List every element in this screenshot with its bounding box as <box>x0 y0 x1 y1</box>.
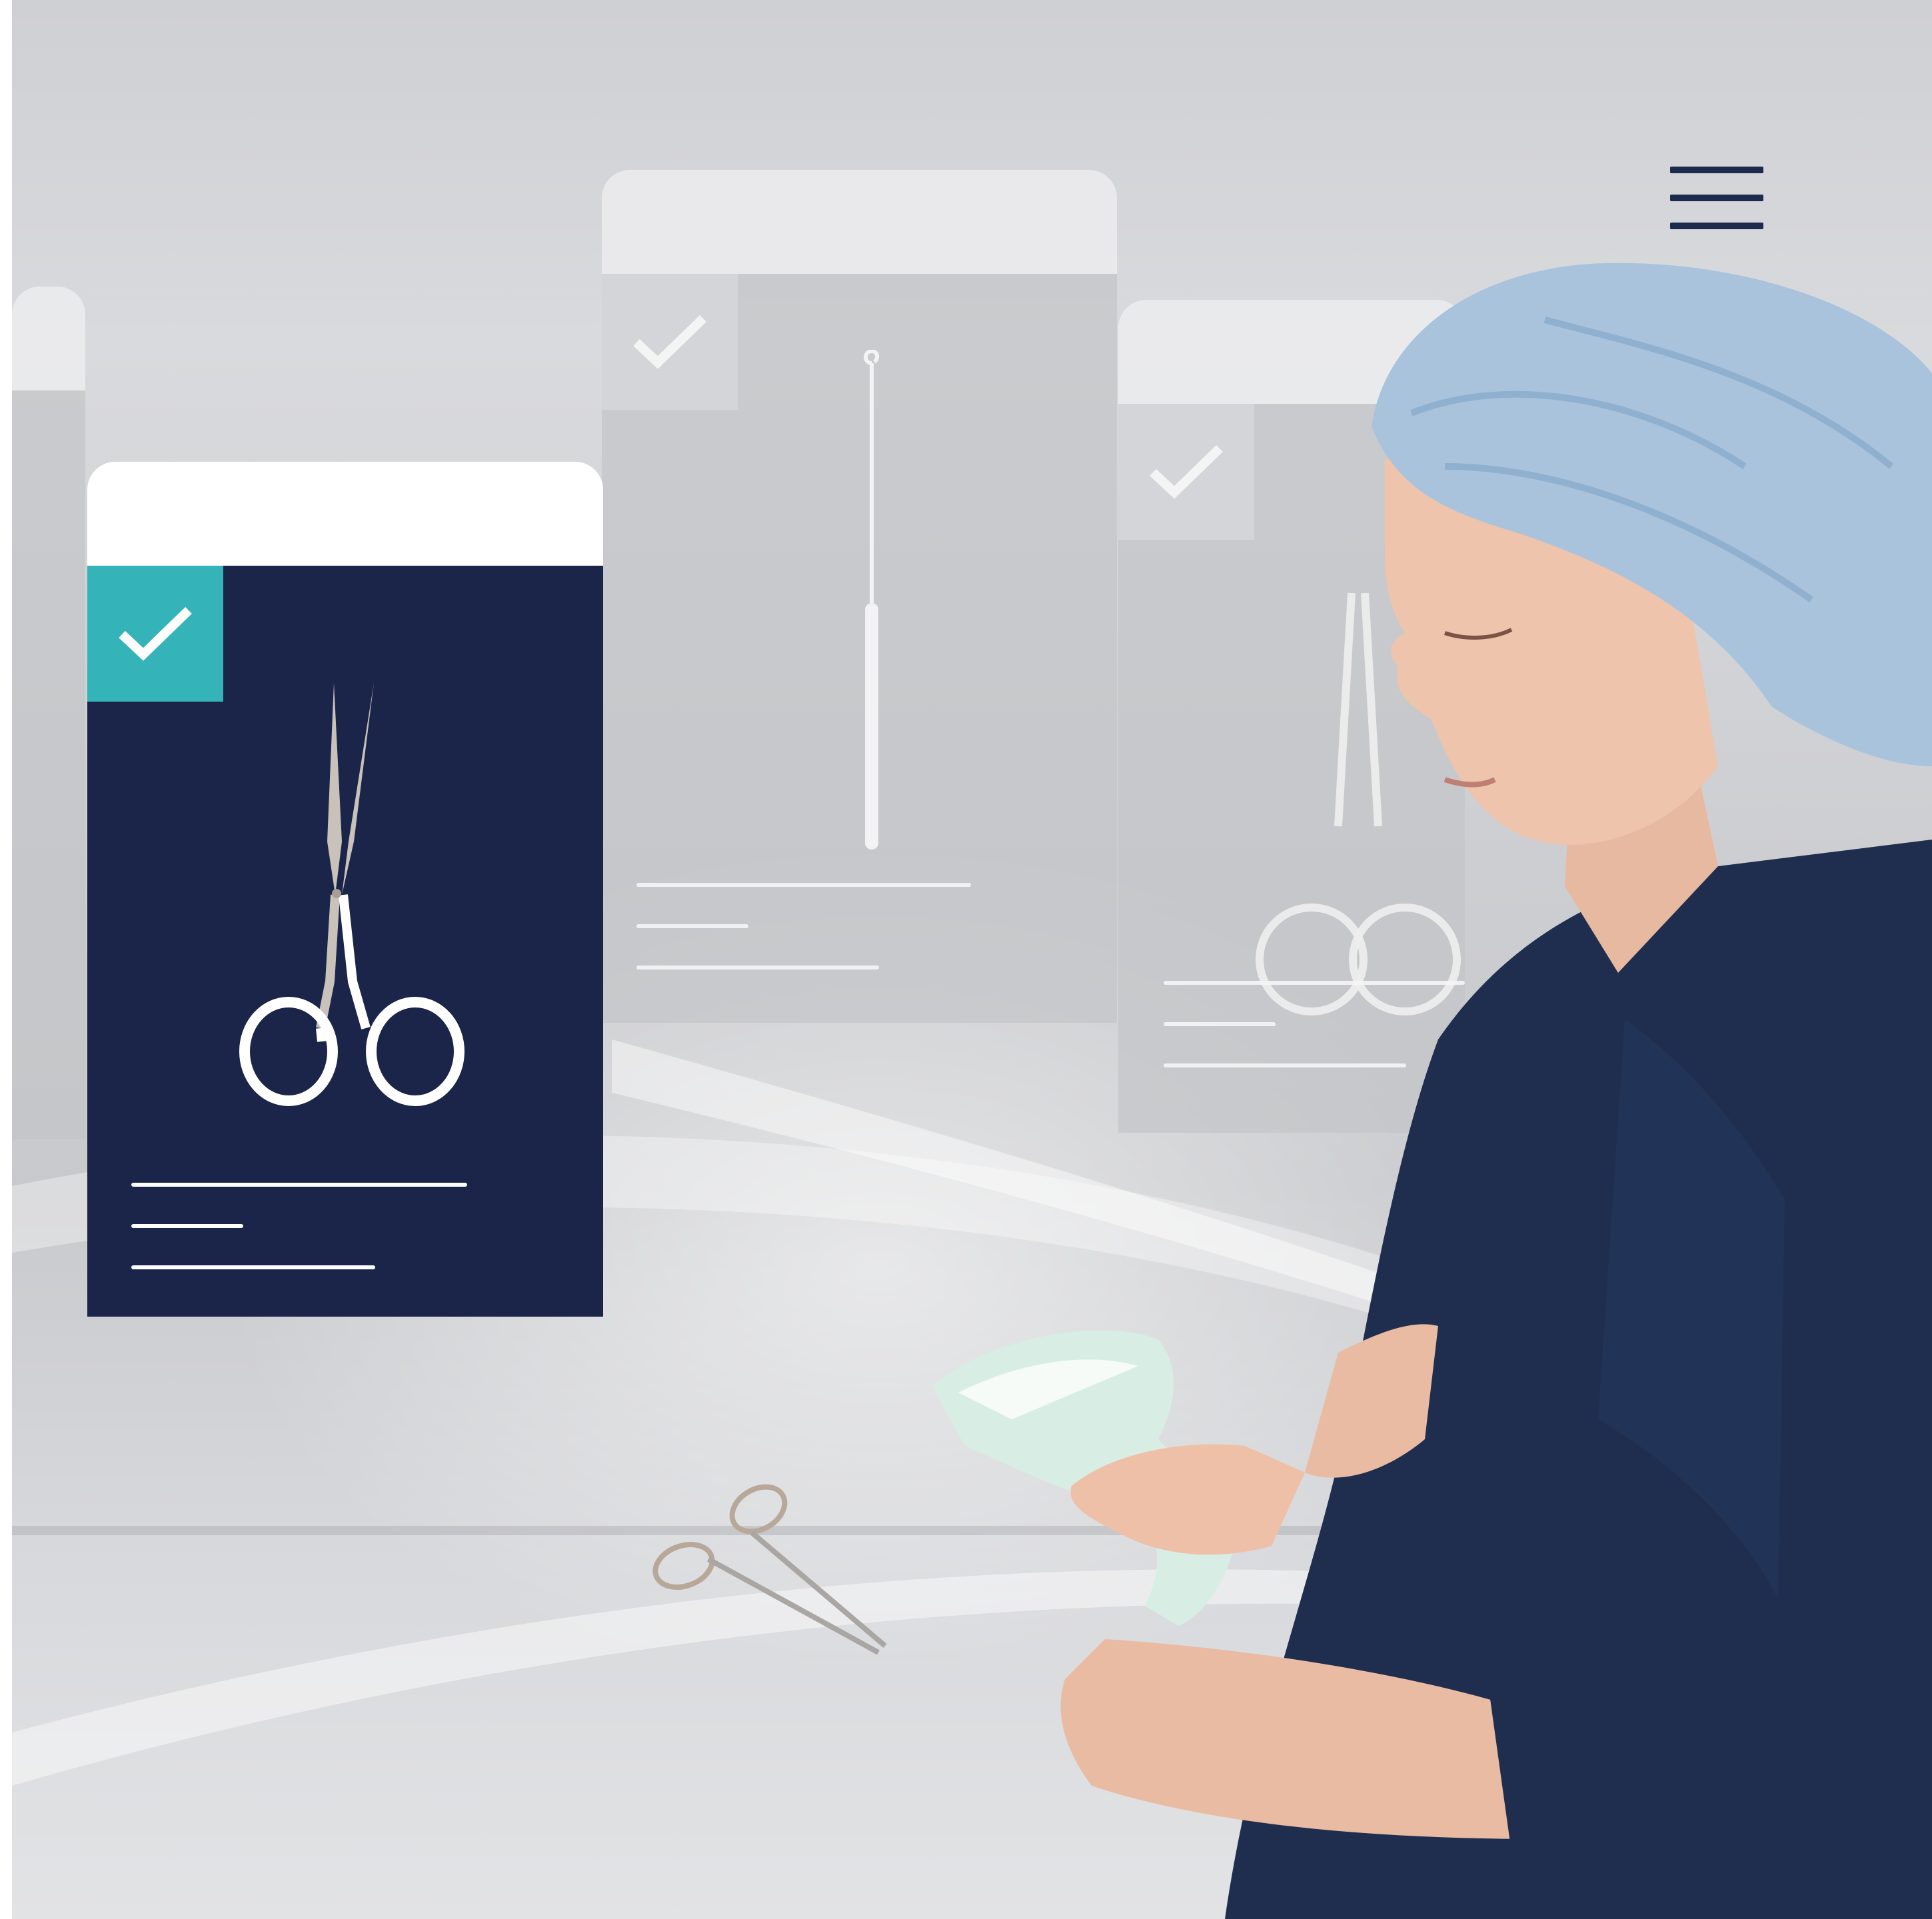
nurse-with-barcode-scanner <box>652 263 1932 1919</box>
sleeve <box>1478 1612 1932 1866</box>
hamburger-menu-icon-bar <box>1670 195 1763 201</box>
hamburger-menu-icon-bar <box>1670 223 1763 229</box>
hamburger-menu-button[interactable] <box>1670 167 1763 229</box>
hero-stage <box>12 0 1932 1919</box>
hemostat-forceps-icon <box>652 1484 887 1655</box>
hamburger-menu-icon <box>1670 167 1763 173</box>
